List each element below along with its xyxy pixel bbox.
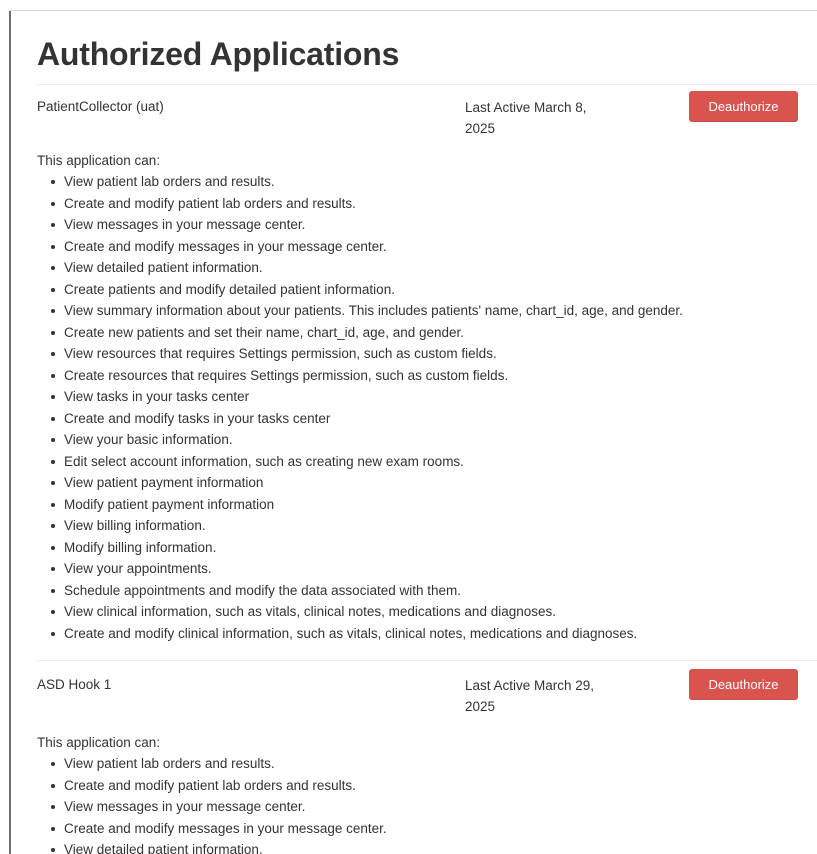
permission-item: Modify billing information. [37,537,799,559]
permission-item: View messages in your message center. [37,796,799,818]
page-title: Authorized Applications [37,36,400,72]
permission-item: View summary information about your pati… [37,300,799,322]
deauthorize-button[interactable]: Deauthorize [689,669,798,700]
permission-item: Edit select account information, such as… [37,451,799,473]
permission-item: Create resources that requires Settings … [37,365,799,387]
deauthorize-button[interactable]: Deauthorize [689,91,798,122]
permission-item: Create and modify tasks in your tasks ce… [37,408,799,430]
permission-item: View clinical information, such as vital… [37,601,799,623]
app-name: ASD Hook 1 [37,677,112,692]
left-border [9,10,11,854]
permission-item: View patient lab orders and results. [37,171,799,193]
app-header: PatientCollector (uat) Last Active March… [37,91,799,145]
permission-item: View your appointments. [37,558,799,580]
app-divider [37,660,817,661]
app-header: ASD Hook 1 Last Active March 29, 2025 De… [37,669,799,727]
permission-item: Schedule appointments and modify the dat… [37,580,799,602]
permission-item: View messages in your message center. [37,214,799,236]
app-block-patientcollector: PatientCollector (uat) Last Active March… [37,91,817,661]
last-active-date: Last Active March 29, 2025 [465,678,595,714]
title-divider [37,84,817,85]
permission-item: View tasks in your tasks center [37,386,799,408]
permission-item: View resources that requires Settings pe… [37,343,799,365]
permission-item: View detailed patient information. [37,257,799,279]
permissions-heading: This application can: [37,735,161,750]
app-block-asd-hook-1: ASD Hook 1 Last Active March 29, 2025 De… [37,669,799,854]
last-active-date: Last Active March 8, 2025 [465,100,587,136]
authorized-applications-page: Authorized Applications PatientCollector… [0,0,817,854]
permission-item: Modify patient payment information [37,494,799,516]
permission-item: View detailed patient information. [37,839,799,854]
permission-item: View patient lab orders and results. [37,753,799,775]
permission-item: Create and modify clinical information, … [37,623,799,645]
permission-item: View billing information. [37,515,799,537]
permissions-heading: This application can: [37,153,161,168]
permissions-list: View patient lab orders and results. Cre… [37,171,799,644]
main-content: Authorized Applications PatientCollector… [37,34,817,854]
permissions-list: View patient lab orders and results. Cre… [37,753,799,854]
permission-item: View your basic information. [37,429,799,451]
permission-item: Create new patients and set their name, … [37,322,799,344]
permission-item: Create and modify patient lab orders and… [37,775,799,797]
permission-item: Create and modify patient lab orders and… [37,193,799,215]
permission-item: Create and modify messages in your messa… [37,818,799,840]
app-name: PatientCollector (uat) [37,99,164,114]
permission-item: Create patients and modify detailed pati… [37,279,799,301]
permission-item: Create and modify messages in your messa… [37,236,799,258]
permission-item: View patient payment information [37,472,799,494]
top-border [9,10,817,11]
